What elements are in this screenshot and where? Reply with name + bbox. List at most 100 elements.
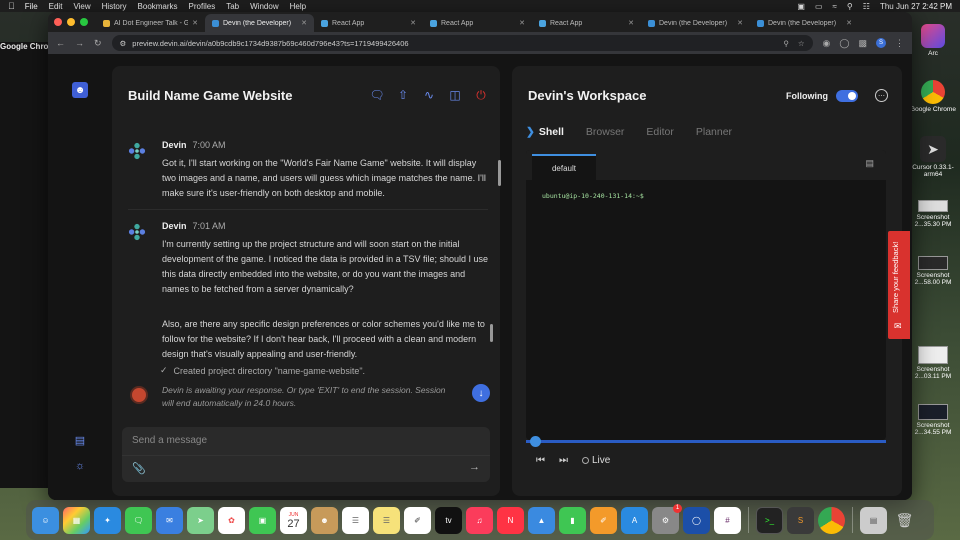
browser-tab[interactable]: Devin (the Developer) ✕: [641, 14, 750, 32]
browser-tab[interactable]: React App ✕: [423, 14, 532, 32]
activity-icon[interactable]: ∿: [422, 88, 436, 102]
extension-icon[interactable]: ◯: [839, 38, 849, 49]
maps-icon[interactable]: ➤: [187, 506, 214, 534]
extension-icon[interactable]: ◉: [823, 38, 831, 49]
reload-icon[interactable]: ↻: [94, 38, 102, 49]
tab-close-icon[interactable]: ✕: [192, 19, 198, 27]
desktop-icon-screenshot-1[interactable]: Screenshot 2...35.30 PM: [906, 200, 960, 228]
feedback-tab[interactable]: Share your feedback! ✉: [888, 231, 910, 339]
close-window-button[interactable]: [54, 18, 62, 26]
menu-view[interactable]: View: [73, 2, 90, 11]
menu-edit[interactable]: Edit: [49, 2, 63, 11]
following-toggle[interactable]: [836, 90, 858, 102]
tab-close-icon[interactable]: ✕: [519, 19, 525, 27]
search-icon[interactable]: ⚲: [847, 2, 853, 11]
tab-editor[interactable]: Editor: [646, 126, 673, 138]
site-info-icon[interactable]: ⚙: [120, 39, 127, 48]
forward-arrow-icon[interactable]: →: [75, 38, 84, 48]
tab-close-icon[interactable]: ✕: [301, 19, 307, 27]
tab-planner[interactable]: Planner: [696, 126, 732, 138]
scroll-down-button[interactable]: ↓: [472, 384, 490, 402]
terminal-window-icon[interactable]: ▤: [865, 158, 874, 169]
split-view-icon[interactable]: ◫: [448, 88, 462, 102]
zoom-icon[interactable]: ⚲: [783, 39, 789, 48]
attach-paperclip-icon[interactable]: 📎: [132, 462, 146, 475]
slack-icon[interactable]: #: [714, 506, 741, 534]
desktop-icon-screenshot-4[interactable]: Screenshot 2...34.55 PM: [906, 404, 960, 436]
mail-icon[interactable]: ✉: [156, 506, 183, 534]
extensions-puzzle-icon[interactable]: ▩: [858, 38, 867, 49]
lightbulb-icon[interactable]: ☼: [72, 458, 88, 474]
menu-bookmarks[interactable]: Bookmarks: [138, 2, 178, 11]
minimize-window-button[interactable]: [67, 18, 75, 26]
skip-back-icon[interactable]: ⏮: [536, 455, 545, 466]
menu-tab[interactable]: Tab: [226, 2, 239, 11]
user-account-icon[interactable]: ☻: [72, 82, 88, 98]
back-arrow-icon[interactable]: ←: [56, 38, 65, 48]
downloads-stack-icon[interactable]: ▤: [860, 506, 887, 534]
terminal[interactable]: default ▤ ubuntu@ip-10-240-131-14:~$: [526, 150, 886, 440]
tv-icon[interactable]: tv: [435, 506, 462, 534]
terminal-tab-default[interactable]: default: [532, 154, 596, 180]
tab-close-icon[interactable]: ✕: [846, 19, 852, 27]
reminders-icon[interactable]: ☰: [342, 506, 369, 534]
calendar-icon[interactable]: JUN 27: [280, 506, 307, 534]
desktop-icon-screenshot-2[interactable]: Screenshot 2...58.00 PM: [906, 256, 960, 286]
apple-icon[interactable]: : [8, 1, 15, 11]
trash-icon[interactable]: 🗑: [891, 507, 918, 534]
launchpad-icon[interactable]: ▦: [63, 506, 90, 534]
send-arrow-icon[interactable]: →: [469, 461, 480, 473]
tab-close-icon[interactable]: ✕: [737, 19, 743, 27]
tab-close-icon[interactable]: ✕: [410, 19, 416, 27]
message-input[interactable]: Send a message: [132, 435, 207, 446]
news-icon[interactable]: N: [497, 506, 524, 534]
facetime-icon[interactable]: ▣: [249, 506, 276, 534]
browser-tab-active[interactable]: Devin (the Developer) ✕: [205, 14, 314, 32]
keynote-icon[interactable]: ▲: [528, 506, 555, 534]
messages-icon[interactable]: 🗨: [125, 506, 152, 534]
desktop-icon-chrome[interactable]: Google Chrome: [906, 80, 960, 113]
system-settings-icon[interactable]: ⚙ 1: [652, 503, 682, 534]
menu-window[interactable]: Window: [250, 2, 278, 11]
menu-file[interactable]: File: [25, 2, 38, 11]
control-center-icon[interactable]: ☷: [863, 2, 870, 11]
menu-history[interactable]: History: [102, 2, 127, 11]
1password-icon[interactable]: ◯: [683, 506, 710, 534]
scrollbar-thumb[interactable]: [490, 324, 493, 342]
tab-browser[interactable]: Browser: [586, 126, 625, 138]
playback-timeline[interactable]: [526, 440, 886, 443]
music-icon[interactable]: ♫: [466, 506, 493, 534]
photos-icon[interactable]: ✿: [218, 506, 245, 534]
menubar-clock[interactable]: Thu Jun 27 2:42 PM: [880, 2, 952, 11]
menu-help[interactable]: Help: [290, 2, 306, 11]
menu-profiles[interactable]: Profiles: [189, 2, 216, 11]
bookmark-star-icon[interactable]: ☆: [798, 39, 805, 48]
tab-shell[interactable]: ❯ Shell: [526, 126, 564, 138]
safari-icon[interactable]: ✦: [94, 506, 121, 534]
url-field[interactable]: ⚙ preview.devin.ai/devin/a0b9cdb9c1734d9…: [111, 35, 813, 51]
finder-icon[interactable]: ☺: [32, 506, 59, 534]
live-button[interactable]: Live: [582, 455, 610, 466]
pages-icon[interactable]: ✐: [590, 506, 617, 534]
numbers-icon[interactable]: ▮: [559, 506, 586, 534]
chat-bubble-icon[interactable]: 🗨: [369, 88, 384, 102]
chrome-dock-icon[interactable]: [818, 506, 845, 534]
power-icon[interactable]: ⏻: [474, 88, 488, 102]
tab-close-icon[interactable]: ✕: [628, 19, 634, 27]
following-control[interactable]: Following: [786, 90, 858, 102]
screen-record-icon[interactable]: ▣: [797, 2, 805, 11]
sublime-text-icon[interactable]: S: [787, 506, 814, 534]
library-icon[interactable]: ▤: [72, 432, 88, 448]
notes-icon[interactable]: ☰: [373, 506, 400, 534]
desktop-icon-cursor[interactable]: ➤ Cursor 0.33.1-arm64: [906, 136, 960, 178]
freeform-icon[interactable]: ✐: [404, 506, 431, 534]
share-icon[interactable]: ⇧: [396, 88, 410, 102]
zoom-window-button[interactable]: [80, 18, 88, 26]
menu-kebab-icon[interactable]: ⋮: [895, 38, 904, 49]
skip-forward-icon[interactable]: ⏭: [559, 455, 568, 466]
terminal-app-icon[interactable]: >_: [756, 506, 783, 534]
browser-tab[interactable]: AI Dot Engineer Talk - Go ✕: [96, 14, 205, 32]
desktop-icon-arc[interactable]: Arc: [906, 24, 960, 57]
contacts-icon[interactable]: ☻: [311, 506, 338, 534]
scrollbar-thumb[interactable]: [498, 160, 501, 186]
